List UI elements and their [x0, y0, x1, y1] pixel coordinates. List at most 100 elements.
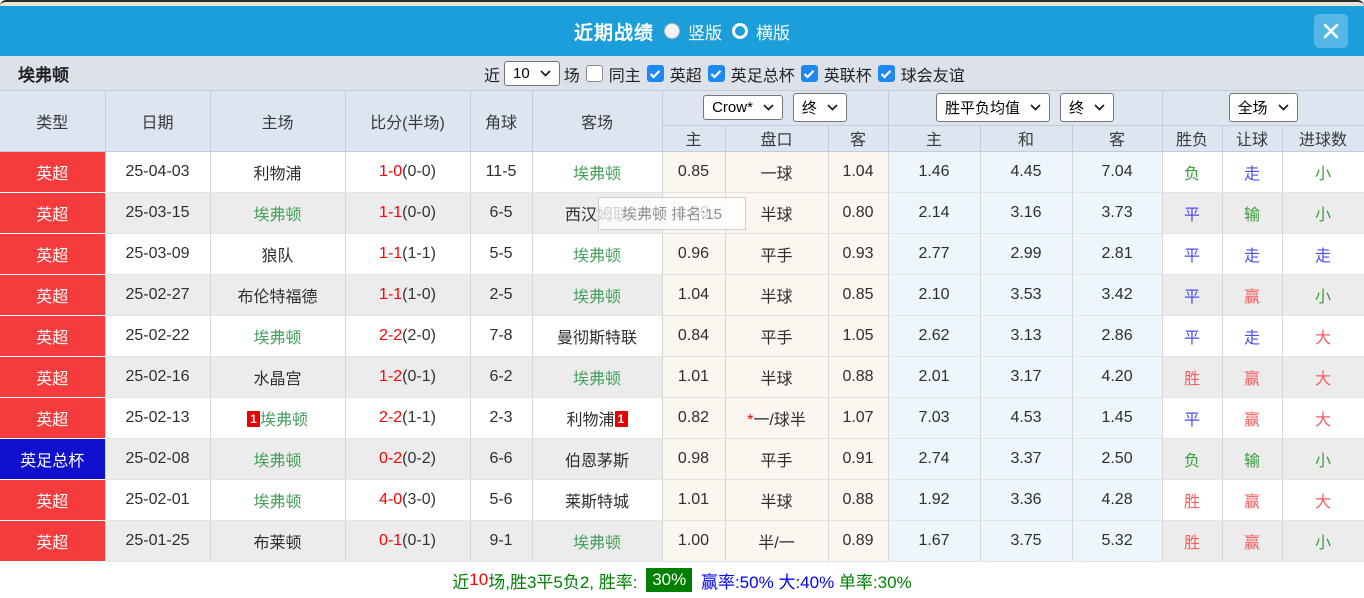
league-badge: 英超 [0, 274, 106, 316]
away-team[interactable]: 曼彻斯特联 [532, 315, 663, 357]
euro-odds-home: 2.77 [888, 233, 981, 275]
euro-odds-away: 2.50 [1072, 438, 1163, 480]
match-count-select[interactable]: 10 [504, 61, 560, 86]
red-card-badge: 1 [614, 410, 628, 427]
result-handicap: 赢 [1222, 479, 1283, 521]
result-wdl: 负 [1162, 151, 1223, 193]
date-cell: 25-02-13 [105, 397, 211, 439]
score-cell: 4-0(3-0) [345, 479, 471, 521]
result-wdl: 胜 [1162, 520, 1223, 562]
summary-count: 10 [469, 570, 489, 589]
corners-cell: 6-2 [470, 356, 533, 398]
bookmaker-state-select[interactable]: 终 [792, 93, 847, 123]
handicap-cell: 平手 [725, 315, 829, 357]
avg-state-select[interactable]: 终 [1060, 93, 1115, 123]
col-goals: 进球数 [1282, 125, 1364, 152]
result-handicap: 赢 [1222, 356, 1283, 398]
radio-horizontal-icon[interactable] [732, 23, 748, 39]
home-team[interactable]: 狼队 [210, 233, 346, 275]
radio-vertical-label[interactable]: 竖版 [688, 19, 722, 44]
let-odds-away: 0.93 [828, 233, 889, 275]
date-cell: 25-03-09 [105, 233, 211, 275]
score-cell: 2-2(1-1) [345, 397, 471, 439]
home-team[interactable]: 水晶宫 [210, 356, 346, 398]
corners-cell: 2-3 [470, 397, 533, 439]
col-home: 主场 [210, 91, 346, 152]
score-cell: 1-2(0-1) [345, 356, 471, 398]
home-team[interactable]: 布伦特福德 [210, 274, 346, 316]
away-team[interactable]: 埃弗顿 [532, 274, 663, 316]
score-cell: 0-1(0-1) [345, 520, 471, 562]
layout-horizontal-option[interactable]: 横版 [732, 19, 790, 44]
home-team[interactable]: 埃弗顿 [210, 479, 346, 521]
result-wdl: 平 [1162, 274, 1223, 316]
col-euro-draw: 和 [980, 125, 1073, 152]
filter-controls: 近 10 场 同主 英超 英足总杯 英联杯 球会友谊 [484, 56, 965, 91]
radio-horizontal-label[interactable]: 横版 [756, 19, 790, 44]
result-goals: 小 [1282, 274, 1364, 316]
away-team[interactable]: 埃弗顿 [532, 520, 663, 562]
col-score: 比分(半场) [345, 91, 471, 152]
avg-odds-select[interactable]: 胜平负均值 [936, 93, 1051, 123]
col-let-home: 主 [662, 125, 726, 152]
away-team[interactable]: 埃弗顿 [532, 356, 663, 398]
euro-odds-draw: 3.16 [980, 192, 1073, 234]
let-odds-home: 1.00 [662, 520, 726, 562]
result-goals: 走 [1282, 233, 1364, 275]
home-team[interactable]: 利物浦 [210, 151, 346, 193]
home-team[interactable]: 埃弗顿 [210, 315, 346, 357]
handicap-group-header: Crow* 终 [662, 91, 889, 126]
result-handicap: 赢 [1222, 274, 1283, 316]
col-euro-home: 主 [888, 125, 981, 152]
score-cell: 1-1(1-0) [345, 274, 471, 316]
avg-state-value: 终 [1069, 100, 1085, 118]
bookmaker-select[interactable]: Crow* [703, 95, 783, 121]
away-team[interactable]: 利物浦 1 [532, 397, 663, 439]
table-row: 英超 25-02-22 埃弗顿 2-2(2-0) 7-8 曼彻斯特联 0.84 … [0, 315, 1364, 357]
team-name-label: 埃弗顿 [18, 65, 69, 85]
corners-cell: 6-5 [470, 192, 533, 234]
away-team[interactable]: 莱斯特城 [532, 479, 663, 521]
handicap-cell: 平手 [725, 233, 829, 275]
let-odds-home: 0.82 [662, 397, 726, 439]
scope-select[interactable]: 全场 [1228, 93, 1298, 123]
friendly-checkbox[interactable] [877, 65, 895, 82]
result-group-header: 全场 [1162, 91, 1364, 126]
euro-odds-away: 7.04 [1072, 151, 1163, 193]
same-home-checkbox[interactable] [585, 65, 603, 82]
euro-odds-home: 1.67 [888, 520, 981, 562]
close-button[interactable] [1314, 14, 1348, 48]
date-cell: 25-02-27 [105, 274, 211, 316]
away-team[interactable]: 伯恩茅斯 [532, 438, 663, 480]
facup-checkbox[interactable] [707, 65, 725, 82]
handicap-cell: 半球 [725, 479, 829, 521]
away-team[interactable]: 埃弗顿 [532, 151, 663, 193]
euro-odds-away: 1.45 [1072, 397, 1163, 439]
title-bar: 近期战绩 竖版 横版 [0, 6, 1364, 56]
home-team[interactable]: 埃弗顿 [210, 438, 346, 480]
dialog-title: 近期战绩 [573, 22, 654, 44]
home-team[interactable]: 1 埃弗顿 [210, 397, 346, 439]
home-team[interactable]: 布莱顿 [210, 520, 346, 562]
handicap-cell: 半球 [725, 274, 829, 316]
friendly-label: 球会友谊 [900, 67, 965, 85]
epl-checkbox[interactable] [646, 65, 664, 82]
away-team[interactable]: 埃弗顿 [532, 233, 663, 275]
carabao-checkbox[interactable] [800, 65, 818, 82]
avg-odds-value: 胜平负均值 [945, 100, 1021, 118]
let-odds-home: 1.01 [662, 479, 726, 521]
let-odds-away: 0.89 [828, 520, 889, 562]
league-badge: 英超 [0, 151, 106, 193]
summary-over-rate: 大:40% [773, 572, 835, 592]
col-wdl: 胜负 [1162, 125, 1223, 152]
score-cell: 0-2(0-2) [345, 438, 471, 480]
euro-odds-draw: 4.53 [980, 397, 1073, 439]
euro-odds-away: 3.42 [1072, 274, 1163, 316]
chevron-down-icon [540, 70, 551, 77]
radio-vertical-icon[interactable] [664, 23, 680, 39]
home-team[interactable]: 埃弗顿 [210, 192, 346, 234]
league-badge: 英超 [0, 192, 106, 234]
layout-vertical-option[interactable]: 竖版 [664, 19, 722, 44]
table-row: 英足总杯 25-02-08 埃弗顿 0-2(0-2) 6-6 伯恩茅斯 0.98… [0, 438, 1364, 480]
result-goals: 小 [1282, 151, 1364, 193]
